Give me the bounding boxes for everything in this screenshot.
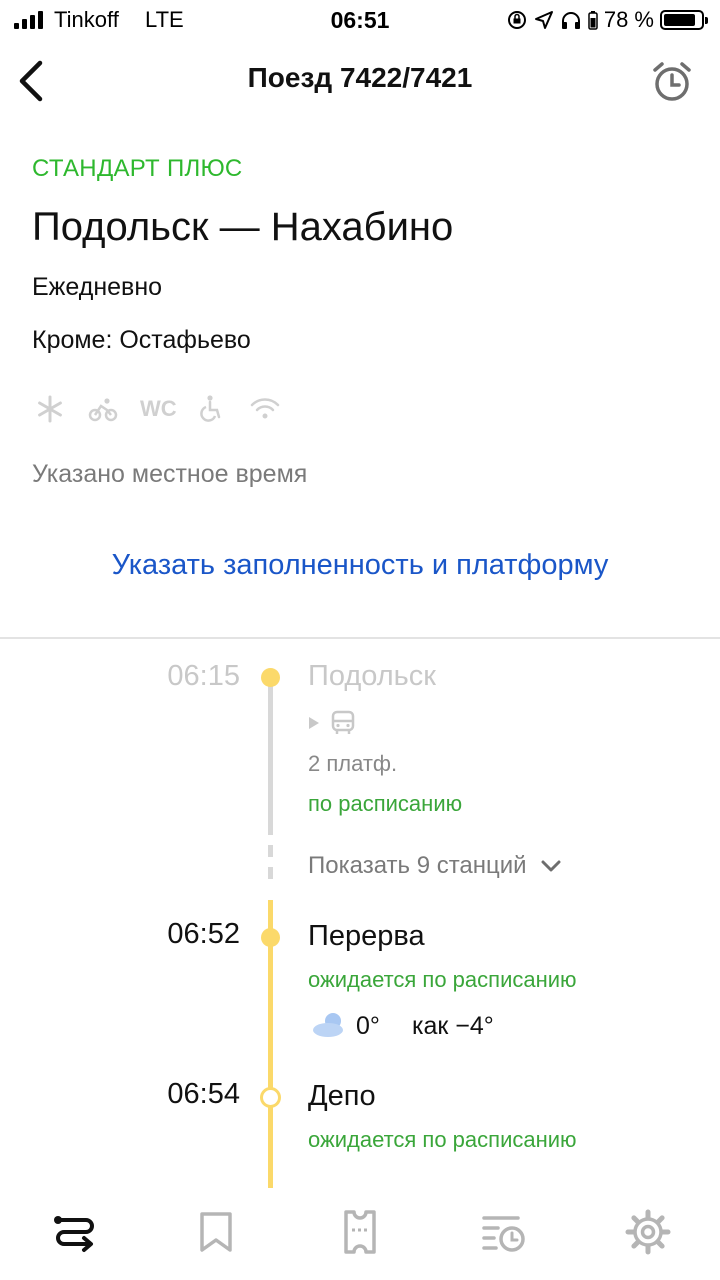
snowflake-icon <box>38 395 62 423</box>
schedule-except: Кроме: Остафьево <box>32 326 251 354</box>
train-type-label: СТАНДАРТ ПЛЮС <box>32 155 243 182</box>
local-time-note: Указано местное время <box>32 460 308 488</box>
stop-time: 06:52 <box>167 918 240 950</box>
feels-like: как −4° <box>412 1012 494 1040</box>
bicycle-icon <box>88 398 118 422</box>
status-right: 78 % <box>506 7 708 33</box>
bookmark-icon[interactable] <box>192 1208 240 1256</box>
stop-time: 06:54 <box>167 1078 240 1110</box>
bus-icon <box>331 710 355 734</box>
chevron-down-icon <box>541 860 561 872</box>
show-stations-button[interactable]: Показать 9 станций <box>308 852 561 880</box>
temperature: 0° <box>356 1012 380 1040</box>
play-icon <box>309 717 319 729</box>
stop-status: ожидается по расписанию <box>308 1127 577 1152</box>
stop-time: 06:15 <box>167 660 240 692</box>
routes-icon[interactable] <box>50 1208 98 1256</box>
status-bar: Tinkoff LTE 06:51 78 % <box>0 0 720 40</box>
stop-platform: 2 платф. <box>308 751 398 776</box>
stop-name: Перерва <box>308 920 425 952</box>
battery-icon <box>660 10 708 30</box>
stop-dot <box>260 1087 281 1108</box>
battery-percent: 78 % <box>603 7 654 32</box>
schedule-days: Ежедневно <box>32 273 163 301</box>
timeline-dash <box>268 845 273 857</box>
wc-icon: WC <box>140 396 177 421</box>
wifi-icon <box>250 398 280 419</box>
cloud-icon <box>313 1013 343 1037</box>
stop-status: по расписанию <box>308 791 463 816</box>
ticket-icon[interactable] <box>336 1208 384 1256</box>
stop-dot <box>261 928 280 947</box>
wheelchair-icon <box>200 395 221 422</box>
headphones-icon <box>561 12 580 29</box>
rotation-lock-icon <box>507 11 526 29</box>
stop-name: Подольск <box>308 660 436 692</box>
timeline-dash <box>268 867 273 879</box>
settings-icon[interactable] <box>624 1208 672 1256</box>
history-icon[interactable] <box>480 1208 528 1256</box>
alarm-clock-icon[interactable] <box>650 60 694 104</box>
divider <box>0 637 720 639</box>
location-arrow-icon <box>534 11 553 29</box>
timeline-line-past <box>268 680 273 835</box>
stop-dot <box>261 668 280 687</box>
report-occupancy-link[interactable]: Указать заполненность и платформу <box>0 549 720 582</box>
route-title: Подольск — Нахабино <box>32 205 454 249</box>
page-title: Поезд 7422/7421 <box>247 62 473 93</box>
stop-status: ожидается по расписанию <box>308 967 577 992</box>
battery-small-icon <box>588 11 598 30</box>
show-stations-label: Показать 9 станций <box>308 852 527 879</box>
stop-name: Депо <box>308 1080 376 1112</box>
